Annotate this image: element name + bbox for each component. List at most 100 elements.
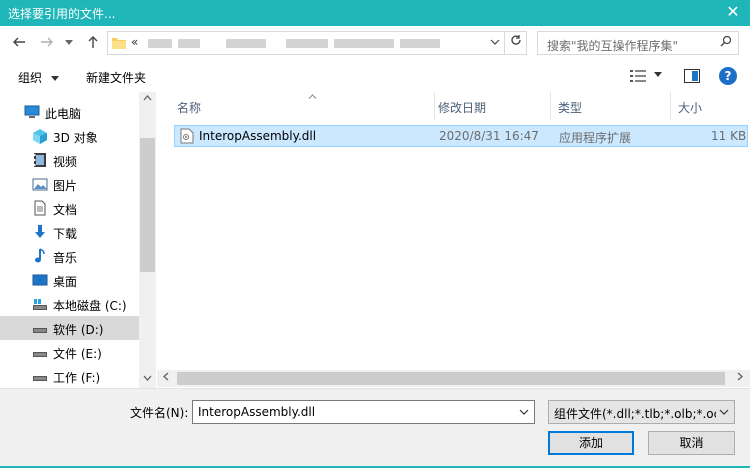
refresh-icon [510,35,521,45]
nav-item-3d-objects[interactable]: 3D 对象 [0,124,139,148]
nav-item-this-pc[interactable]: 此电脑 [0,100,139,124]
preview-pane-icon[interactable] [684,69,700,83]
video-icon [34,153,46,167]
close-button[interactable]: ✕ [716,0,750,26]
file-name: InteropAssembly.dll [199,129,317,143]
arrow-right-icon [41,37,53,47]
navigation-pane: 此电脑 3D 对象 视频 图片 文档 下载 音乐 桌面 本地磁盘 (C:) 软件… [0,92,157,388]
cancel-button[interactable]: 取消 [648,431,735,455]
filename-dropdown[interactable] [519,405,529,418]
filename-input[interactable]: InteropAssembly.dll [192,400,535,424]
chevron-down-icon [654,72,662,77]
nav-item-drive-f[interactable]: 工作 (F:) [0,364,139,388]
drive-icon [33,328,47,333]
music-icon [35,248,45,263]
nav-item-label: 下载 [53,227,78,241]
recent-dropdown[interactable] [60,35,78,53]
chevron-down-icon [490,39,500,45]
back-button[interactable] [10,35,28,53]
nav-item-music[interactable]: 音乐 [0,244,139,268]
arrow-up-icon [88,36,98,48]
desktop-icon [32,274,48,286]
blurred-path-segment [286,39,328,48]
file-list-hscrollbar[interactable] [157,370,750,387]
drive-c-icon [33,299,47,310]
chevron-down-icon [50,76,59,81]
nav-scroll-thumb[interactable] [140,138,155,272]
scroll-right-arrow-icon[interactable] [737,372,743,384]
view-dropdown[interactable] [654,68,662,81]
scroll-left-arrow-icon[interactable] [163,372,169,384]
help-icon[interactable]: ? [719,67,737,85]
folder-icon [112,38,126,49]
new-folder-button[interactable]: 新建文件夹 [86,69,146,86]
blurred-path-segment [226,39,266,48]
forward-button[interactable] [38,35,56,53]
dialog-footer: 文件名(N): InteropAssembly.dll 组件文件(*.dll;*… [0,388,750,468]
picture-icon [32,178,48,191]
column-header-size[interactable]: 大小 [670,92,750,120]
column-header-name[interactable]: 名称 [169,92,435,120]
breadcrumb-overflow[interactable]: « [131,35,138,49]
address-dropdown[interactable] [490,34,500,48]
nav-item-pictures[interactable]: 图片 [0,172,139,196]
download-icon [35,225,45,238]
nav-scrollbar[interactable] [139,92,156,388]
blurred-path-segment [334,39,394,48]
computer-icon [24,105,40,118]
refresh-button[interactable] [504,32,526,54]
filename-value: InteropAssembly.dll [198,405,316,419]
drive-icon [33,352,47,357]
search-icon[interactable] [720,35,732,51]
nav-item-drive-d[interactable]: 软件 (D:) [0,316,139,340]
blurred-path-segment [400,39,440,48]
address-bar[interactable]: « [107,31,527,55]
nav-item-label: 视频 [53,155,78,169]
hscroll-thumb[interactable] [177,372,725,385]
column-label: 修改日期 [438,101,487,115]
command-bar: 组织 新建文件夹 ? [0,62,750,92]
nav-item-videos[interactable]: 视频 [0,148,139,172]
nav-item-label: 文件 (E:) [53,347,102,361]
scroll-down-arrow-icon[interactable] [139,374,156,384]
filter-value: 组件文件(*.dll;*.tlb;*.olb;*.ocx; [554,407,716,421]
file-size: 11 KB [711,129,747,143]
nav-item-label: 桌面 [53,275,78,289]
nav-item-downloads[interactable]: 下载 [0,220,139,244]
nav-item-desktop[interactable]: 桌面 [0,268,139,292]
nav-item-documents[interactable]: 文档 [0,196,139,220]
blurred-path-segment [148,39,172,48]
file-type-filter-select[interactable]: 组件文件(*.dll;*.tlb;*.olb;*.ocx; [548,400,735,424]
nav-item-drive-e[interactable]: 文件 (E:) [0,340,139,364]
organize-label: 组织 [18,71,43,85]
filter-dropdown[interactable] [719,405,729,418]
cube-3d-icon [33,129,47,144]
column-header-type[interactable]: 类型 [550,92,671,120]
nav-item-label: 本地磁盘 (C:) [53,299,127,313]
scroll-up-arrow-icon[interactable] [139,94,156,104]
dll-file-icon [180,128,194,144]
document-icon [34,200,46,216]
search-input[interactable]: 搜索"我的互操作程序集" [537,31,739,55]
chevron-down-icon [65,40,73,45]
title-bar: 选择要引用的文件... ✕ [0,0,750,26]
nav-item-drive-c[interactable]: 本地磁盘 (C:) [0,292,139,316]
nav-item-label: 文档 [53,203,78,217]
file-modified: 2020/8/31 16:47 [439,129,539,143]
window-title: 选择要引用的文件... [8,7,116,21]
column-header-modified[interactable]: 修改日期 [430,92,551,120]
nav-item-label: 3D 对象 [53,131,98,145]
address-bar-row: « 搜索"我的互操作程序集" [0,26,750,62]
column-label: 大小 [678,101,703,115]
column-label: 名称 [177,101,202,115]
view-options-icon[interactable] [630,70,646,82]
search-placeholder: 搜索"我的互操作程序集" [547,39,679,53]
nav-item-label: 软件 (D:) [53,323,104,337]
up-button[interactable] [84,35,102,53]
add-button[interactable]: 添加 [548,431,634,455]
chevron-down-icon [719,409,729,415]
drive-icon [33,376,47,381]
file-row[interactable]: InteropAssembly.dll 2020/8/31 16:47 应用程序… [174,125,748,147]
organize-button[interactable]: 组织 [18,69,59,86]
chevron-down-icon [519,409,529,415]
